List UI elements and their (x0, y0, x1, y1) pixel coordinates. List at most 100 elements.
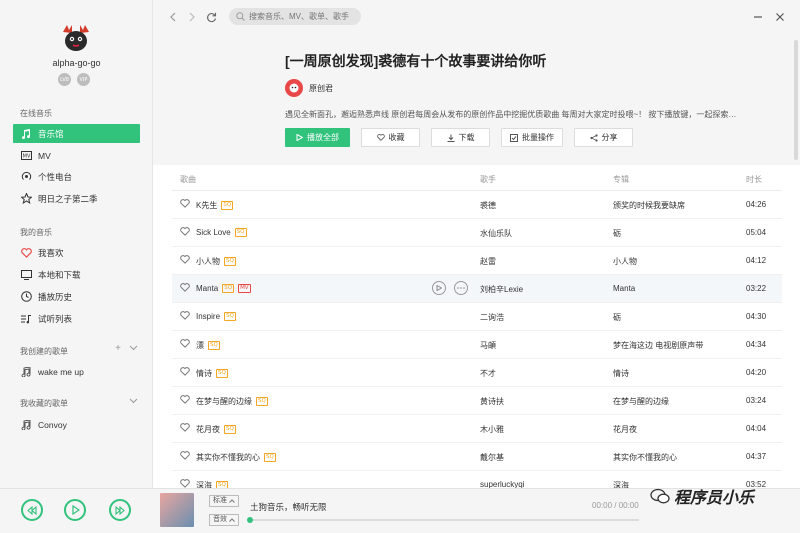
row-more-button[interactable] (454, 281, 468, 295)
song-title[interactable]: Sick Love (196, 228, 231, 237)
previous-button[interactable] (21, 499, 43, 521)
table-row[interactable]: 情诗 SQ 不才 情诗 04:20 (172, 359, 782, 387)
song-singer[interactable]: 马頔 (480, 340, 496, 351)
table-row[interactable]: 小人物 SQ 赵雷 小人物 04:12 (172, 247, 782, 275)
avatar[interactable] (60, 22, 92, 54)
song-title[interactable]: 其实你不懂我的心 (196, 452, 260, 463)
song-title[interactable]: Manta (196, 284, 218, 293)
heart-icon[interactable] (180, 479, 190, 488)
sidebar-item-favorites[interactable]: 我喜欢 (13, 243, 140, 262)
song-album[interactable]: 其实你不懂我的心 (613, 452, 677, 463)
heart-icon[interactable] (180, 423, 190, 433)
progress-bar[interactable] (247, 517, 639, 523)
sidebar-item-playlist-wake-me-up[interactable]: wake me up (13, 362, 140, 381)
song-album[interactable]: 砺 (613, 312, 621, 323)
song-singer[interactable]: 赵雷 (480, 256, 496, 267)
table-row[interactable]: 在梦与醒的边缘 SQ 黄诗扶 在梦与醒的边缘 03:24 (172, 387, 782, 415)
share-button[interactable]: 分享 (574, 128, 633, 147)
row-play-button[interactable] (432, 281, 446, 295)
sidebar-item-mv[interactable]: MV MV (13, 146, 140, 165)
sidebar-item-playlist-convoy[interactable]: Convoy (13, 415, 140, 434)
creator-avatar[interactable] (285, 79, 303, 97)
sidebar-item-history[interactable]: 播放历史 (13, 287, 140, 306)
table-row[interactable]: 花月夜 SQ 木小雅 花月夜 04:04 (172, 415, 782, 443)
song-album[interactable]: 花月夜 (613, 424, 637, 435)
song-album[interactable]: Manta (613, 284, 635, 293)
song-album[interactable]: 梦在海这边 电视剧原声带 (613, 340, 703, 351)
sidebar-item-trial-list[interactable]: 试听列表 (13, 309, 140, 328)
heart-icon[interactable] (180, 227, 190, 237)
progress-knob[interactable] (247, 517, 253, 523)
song-title[interactable]: Inspire (196, 312, 220, 321)
mv-badge[interactable]: MV (238, 284, 251, 293)
song-album[interactable]: 砺 (613, 228, 621, 239)
search-box[interactable] (229, 8, 361, 25)
song-title[interactable]: 在梦与醒的边缘 (196, 396, 252, 407)
table-row[interactable]: 漂 SQ 马頔 梦在海这边 电视剧原声带 04:34 (172, 331, 782, 359)
close-button[interactable] (773, 10, 787, 24)
scrollbar[interactable] (794, 40, 798, 160)
vip-badge[interactable]: VIP (77, 73, 90, 86)
creator[interactable]: 原创君 (285, 79, 333, 97)
quality-selector[interactable]: 标准 (209, 495, 239, 507)
chevron-down-icon[interactable] (129, 396, 138, 408)
sidebar-item-radio[interactable]: 个性电台 (13, 167, 140, 186)
minimize-button[interactable] (751, 10, 765, 24)
forward-button[interactable] (185, 10, 199, 24)
heart-icon[interactable] (180, 395, 190, 405)
heart-icon[interactable] (180, 451, 190, 461)
song-singer[interactable]: 戴尔基 (480, 452, 504, 463)
favorite-button[interactable]: 收藏 (361, 128, 420, 147)
song-singer[interactable]: 水仙乐队 (480, 228, 512, 239)
play-button[interactable] (64, 499, 86, 521)
column-duration[interactable]: 时长 (746, 174, 762, 185)
table-row[interactable]: Sick Love SQ 水仙乐队 砺 05:04 (172, 219, 782, 247)
heart-icon[interactable] (180, 199, 190, 209)
refresh-button[interactable] (204, 10, 218, 24)
back-button[interactable] (166, 10, 180, 24)
sidebar-item-music-hall[interactable]: 音乐馆 (13, 124, 140, 143)
username[interactable]: alpha-go-go (0, 58, 153, 68)
song-singer[interactable]: 木小雅 (480, 424, 504, 435)
song-title[interactable]: 情诗 (196, 368, 212, 379)
song-singer[interactable]: 不才 (480, 368, 496, 379)
table-row[interactable]: Manta SQ MV 刘柏辛Lexie Manta 03:22 (172, 275, 782, 303)
album-cover[interactable] (160, 493, 194, 527)
song-title[interactable]: 漂 (196, 340, 204, 351)
table-row[interactable]: K先生 SQ 裘德 颁奖的时候我要缺席 04:26 (172, 191, 782, 219)
sidebar-item-show[interactable]: 明日之子第二季 (13, 189, 140, 208)
heart-icon[interactable] (180, 339, 190, 349)
download-button[interactable]: 下载 (431, 128, 490, 147)
heart-icon[interactable] (180, 367, 190, 377)
level-badge[interactable]: LV8 (58, 73, 71, 86)
song-title[interactable]: K先生 (196, 200, 217, 211)
heart-icon[interactable] (180, 311, 190, 321)
song-singer[interactable]: 裘德 (480, 200, 496, 211)
song-album[interactable]: 深海 (613, 480, 629, 488)
add-playlist-icon[interactable]: + (115, 343, 121, 355)
column-singer[interactable]: 歌手 (480, 174, 496, 185)
search-input[interactable] (249, 12, 359, 21)
song-title[interactable]: 花月夜 (196, 424, 220, 435)
chevron-down-icon[interactable] (129, 343, 138, 355)
table-row[interactable]: Inspire SQ 二询浩 砺 04:30 (172, 303, 782, 331)
song-title[interactable]: 深海 (196, 480, 212, 488)
song-singer[interactable]: 二询浩 (480, 312, 504, 323)
column-album[interactable]: 专辑 (613, 174, 629, 185)
effect-selector[interactable]: 音效 (209, 514, 239, 526)
play-all-button[interactable]: 播放全部 (285, 128, 350, 147)
song-singer[interactable]: 刘柏辛Lexie (480, 284, 523, 295)
table-row[interactable]: 其实你不懂我的心 SQ 戴尔基 其实你不懂我的心 04:37 (172, 443, 782, 471)
song-singer[interactable]: superluckyqi (480, 480, 524, 488)
heart-icon[interactable] (180, 255, 190, 265)
sidebar-item-local[interactable]: 本地和下载 (13, 265, 140, 284)
song-album[interactable]: 在梦与醒的边缘 (613, 396, 669, 407)
song-title[interactable]: 小人物 (196, 256, 220, 267)
song-album[interactable]: 情诗 (613, 368, 629, 379)
song-album[interactable]: 小人物 (613, 256, 637, 267)
heart-icon[interactable] (180, 283, 190, 293)
song-singer[interactable]: 黄诗扶 (480, 396, 504, 407)
batch-operation-button[interactable]: 批量操作 (501, 128, 563, 147)
column-title[interactable]: 歌曲 (180, 174, 196, 185)
creator-name[interactable]: 原创君 (309, 83, 333, 94)
